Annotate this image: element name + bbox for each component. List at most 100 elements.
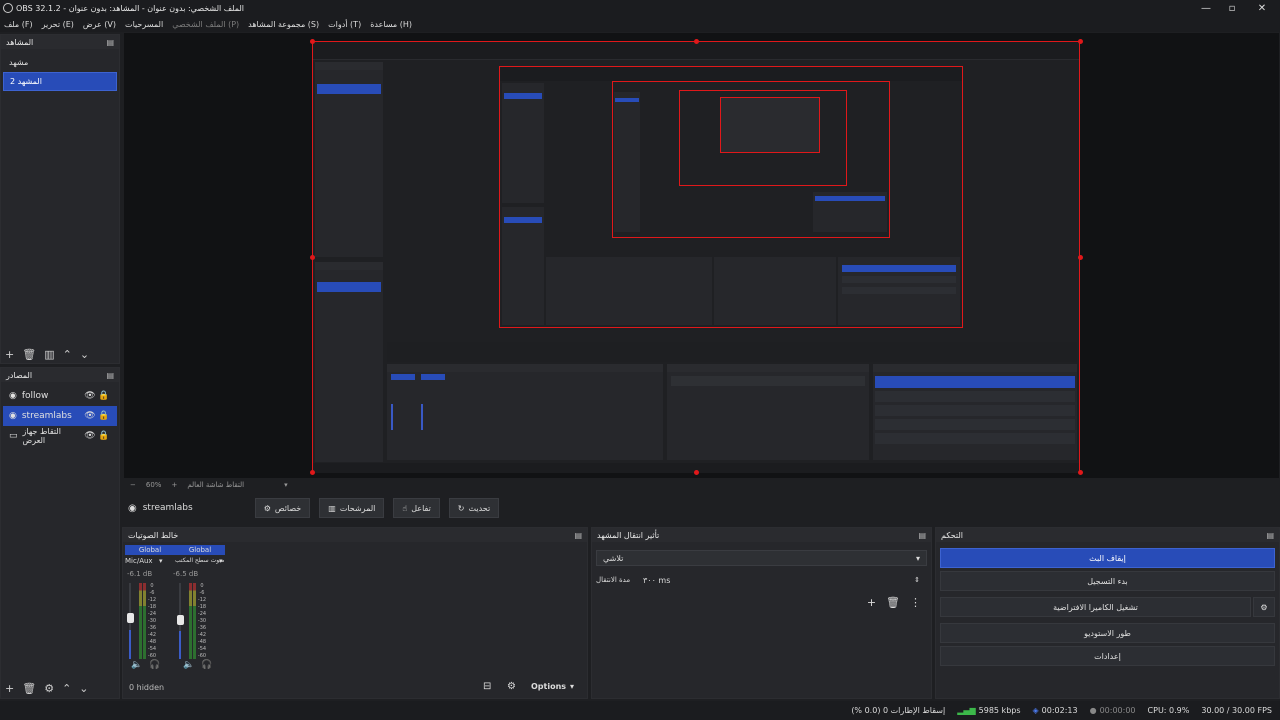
- transform-handle[interactable]: [1078, 470, 1083, 475]
- transform-handle[interactable]: [1078, 255, 1083, 260]
- preview-canvas[interactable]: [124, 33, 1279, 478]
- maximize-icon[interactable]: ▫: [1216, 0, 1248, 16]
- start-recording-button[interactable]: بدء التسجيل: [940, 571, 1275, 591]
- scene-item-selected[interactable]: المشهد 2: [3, 72, 117, 91]
- lock-icon[interactable]: 🔒: [97, 411, 111, 421]
- mixer-hidden-count: 0 hidden: [129, 683, 165, 692]
- scenes-toolbar: + 🗑 ▥ ⌃ ⌄: [1, 344, 89, 364]
- dropped-frames: إسقاط الإطارات 0 (0.0 %): [851, 706, 946, 715]
- spin-icon: ⇕: [914, 576, 920, 584]
- menu-theaters[interactable]: المسرحيات: [125, 20, 163, 29]
- filters-button[interactable]: ▥ المرشحات: [319, 498, 385, 518]
- move-down-icon[interactable]: ⌄: [80, 348, 89, 361]
- source-item[interactable]: ◉ follow 👁 🔒: [3, 386, 117, 406]
- stream-icon: ◈: [1032, 706, 1039, 715]
- meter-tick: -42: [197, 632, 207, 638]
- mixer-options-button[interactable]: Options ▾: [531, 682, 574, 691]
- scenes-header: المشاهد ▤: [1, 35, 119, 49]
- transform-handle[interactable]: [310, 470, 315, 475]
- source-item-selected[interactable]: ◉ streamlabs 👁 🔒: [3, 406, 117, 426]
- monitor-icon: ▭: [9, 431, 18, 441]
- source-context-bar: ◉ streamlabs ⚙ خصائص ▥ المرشحات ☝ تفاعل ↻ تح…: [124, 494, 1279, 522]
- transform-handle[interactable]: [1078, 39, 1083, 44]
- properties-label: خصائص: [274, 503, 302, 513]
- meter-tick: -48: [147, 639, 157, 645]
- record-time: 00:00:00: [1099, 706, 1136, 715]
- more-vertical-icon[interactable]: ⋮: [910, 596, 921, 609]
- menu-profile[interactable]: الملف الشخصي (P): [172, 20, 239, 29]
- dock-menu-icon[interactable]: ▤: [106, 371, 114, 380]
- move-up-icon[interactable]: ⌃: [62, 682, 71, 695]
- audio-mixer-title: خالط الصوتيات: [128, 530, 179, 540]
- lock-icon[interactable]: 🔒: [97, 391, 111, 401]
- audio-meter: [139, 583, 142, 659]
- transitions-header: تأثير انتقال المشهد ▤: [592, 528, 931, 542]
- add-icon[interactable]: +: [5, 348, 14, 361]
- properties-button[interactable]: ⚙ خصائص: [254, 498, 311, 518]
- gear-icon[interactable]: ⚙: [507, 681, 516, 692]
- dock-menu-icon[interactable]: ▤: [918, 531, 926, 540]
- menu-scene-collection[interactable]: مجموعة المشاهد (S): [248, 20, 319, 29]
- add-icon[interactable]: +: [5, 682, 14, 695]
- menu-tools[interactable]: أدوات (T): [328, 20, 361, 29]
- close-icon[interactable]: ✕: [1246, 0, 1278, 16]
- eye-icon[interactable]: 👁: [83, 411, 97, 421]
- move-down-icon[interactable]: ⌄: [79, 682, 88, 695]
- volume-fader-handle[interactable]: [177, 615, 184, 625]
- transform-handle[interactable]: [310, 255, 315, 260]
- trash-icon[interactable]: 🗑: [22, 348, 36, 361]
- gear-icon[interactable]: ⚙: [1253, 597, 1275, 617]
- transform-handle[interactable]: [694, 39, 699, 44]
- interact-button[interactable]: ☝ تفاعل: [393, 498, 440, 518]
- speaker-icon[interactable]: 🔈: [183, 660, 194, 670]
- trash-icon[interactable]: 🗑: [886, 596, 900, 609]
- meter-tick: -24: [147, 611, 157, 617]
- headphones-icon[interactable]: 🎧: [149, 660, 160, 670]
- menu-bar: ملف (F) تحرير (E) عرض (V) المسرحيات المل…: [0, 16, 1280, 32]
- menu-edit[interactable]: تحرير (E): [42, 20, 74, 29]
- add-icon[interactable]: +: [867, 596, 876, 609]
- filters-label: المرشحات: [339, 503, 376, 513]
- meter-tick: -54: [197, 646, 207, 652]
- volume-fader-handle[interactable]: [127, 613, 134, 623]
- source-item[interactable]: ▭ التقاط جهاز العرض 👁 🔒: [3, 426, 117, 446]
- speaker-icon[interactable]: 🔈: [131, 660, 142, 670]
- transitions-title: تأثير انتقال المشهد: [597, 530, 660, 540]
- stop-streaming-button[interactable]: إيقاف البث: [940, 548, 1275, 568]
- eye-icon[interactable]: 👁: [83, 431, 97, 441]
- transform-handle[interactable]: [310, 39, 315, 44]
- controls-title: التحكم: [941, 530, 963, 540]
- dock-menu-icon[interactable]: ▤: [1266, 531, 1274, 540]
- transition-select[interactable]: تلاشي ▾: [596, 550, 927, 566]
- transform-handle[interactable]: [694, 470, 699, 475]
- zoom-level: 60%: [145, 481, 162, 489]
- chevron-down-icon: ▾: [915, 553, 920, 563]
- menu-help[interactable]: مساعدة (H): [370, 20, 412, 29]
- globe-icon: ◉: [9, 391, 17, 401]
- meter-tick: -30: [197, 618, 207, 624]
- studio-mode-button[interactable]: طور الاستوديو: [940, 623, 1275, 643]
- zoom-out-icon[interactable]: −: [130, 481, 136, 489]
- dock-menu-icon[interactable]: ▤: [106, 38, 114, 47]
- gear-icon[interactable]: ⚙: [44, 682, 54, 695]
- zoom-in-icon[interactable]: +: [171, 481, 177, 489]
- headphones-icon[interactable]: 🎧: [201, 660, 212, 670]
- menu-file[interactable]: ملف (F): [4, 20, 33, 29]
- trash-icon[interactable]: 🗑: [22, 682, 36, 695]
- move-up-icon[interactable]: ⌃: [63, 348, 72, 361]
- chevron-down-icon[interactable]: ▾: [284, 481, 288, 489]
- layout-icon[interactable]: ⊟: [483, 681, 491, 692]
- duration-label: مدة الانتقال: [596, 576, 631, 584]
- menu-view[interactable]: عرض (V): [83, 20, 116, 29]
- filter-icon[interactable]: ▥: [44, 348, 54, 361]
- duration-input[interactable]: ٣٠٠ ms ⇕: [636, 572, 927, 588]
- chevron-down-icon[interactable]: ▾: [219, 557, 223, 565]
- scene-item[interactable]: مشهد: [3, 53, 117, 72]
- start-virtual-camera-button[interactable]: تشغيل الكاميرا الافتراضية: [940, 597, 1251, 617]
- chevron-down-icon[interactable]: ▾: [159, 557, 163, 565]
- refresh-button[interactable]: ↻ تحديث: [448, 498, 500, 518]
- dock-menu-icon[interactable]: ▤: [574, 531, 582, 540]
- eye-icon[interactable]: 👁: [83, 391, 97, 401]
- settings-button[interactable]: إعدادات: [940, 646, 1275, 666]
- lock-icon[interactable]: 🔒: [97, 431, 111, 441]
